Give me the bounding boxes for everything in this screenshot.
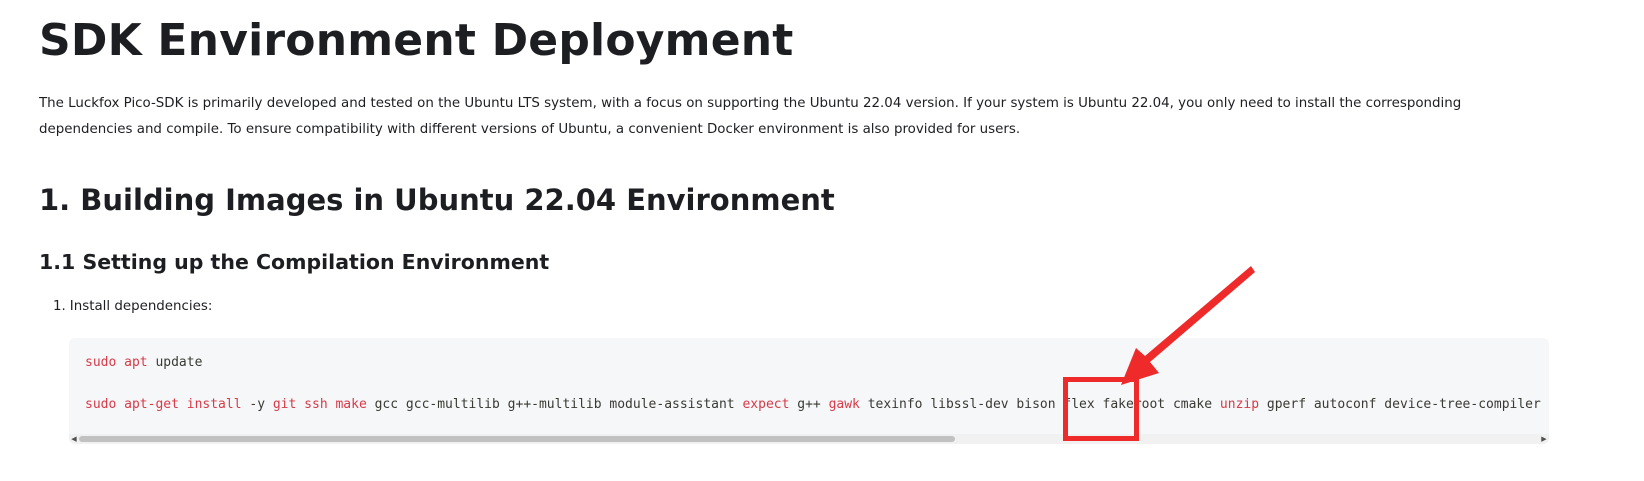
code-text: gcc gcc-multilib g++-multilib module-ass… <box>366 397 743 412</box>
code-text: texinfo libssl-dev bison flex fakeroot c… <box>859 397 1220 412</box>
code-text: gperf autoconf device-tree-compiler <box>1259 397 1541 412</box>
code-text: -y <box>241 397 273 412</box>
horizontal-scrollbar[interactable]: ◀ ▶ <box>69 434 1549 444</box>
scroll-left-arrow-icon[interactable]: ◀ <box>69 434 79 444</box>
code-keyword: sudo apt-get install <box>85 397 242 412</box>
code-keyword: git ssh make <box>272 397 367 412</box>
code-block: sudo apt update sudo apt-get install -y g… <box>69 338 1549 444</box>
code-keyword: expect <box>742 397 790 412</box>
code-line: sudo apt update <box>85 352 1541 374</box>
subsection-heading: 1.1 Setting up the Compilation Environme… <box>39 250 550 274</box>
code-keyword: sudo apt <box>85 355 148 370</box>
code-keyword: gawk <box>828 397 860 412</box>
code-text: update <box>147 355 203 370</box>
code-line: sudo apt-get install -y git ssh make gcc… <box>85 394 1541 416</box>
intro-paragraph: The Luckfox Pico-SDK is primarily develo… <box>39 96 1462 137</box>
code-lines: sudo apt update sudo apt-get install -y g… <box>85 352 1541 416</box>
list-item-text: Install dependencies: <box>69 299 213 314</box>
list-item-number: 1. <box>53 299 66 314</box>
code-keyword: unzip <box>1219 397 1260 412</box>
code-text: g++ <box>789 397 829 412</box>
scroll-right-arrow-icon[interactable]: ▶ <box>1539 434 1549 444</box>
page-title: SDK Environment Deployment <box>39 15 794 66</box>
scrollbar-thumb[interactable] <box>79 436 955 442</box>
section-heading: 1. Building Images in Ubuntu 22.04 Envir… <box>39 183 835 217</box>
list-item: 1. Install dependencies: <box>53 296 212 318</box>
